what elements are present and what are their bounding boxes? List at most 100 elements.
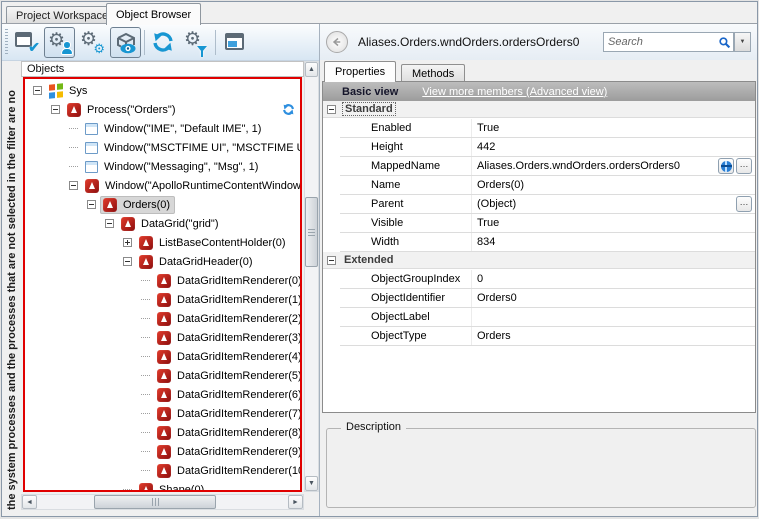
tab-object-browser[interactable]: Object Browser [106, 3, 201, 25]
tree-item-label[interactable]: DataGridItemRenderer(3) [175, 332, 300, 344]
tree-horizontal-scrollbar[interactable] [21, 494, 304, 510]
tree-item-label[interactable]: DataGridItemRenderer(2) [175, 313, 300, 325]
tree-vertical-scrollbar[interactable] [304, 61, 319, 492]
collapse-icon[interactable] [327, 256, 336, 265]
property-row-parent: Parent (Object) [340, 195, 755, 214]
description-label: Description [341, 421, 406, 433]
property-value[interactable] [471, 308, 755, 326]
tree-item-label[interactable]: DataGridHeader(0) [157, 256, 255, 268]
tree-item-label[interactable]: Window("MSCTFIME UI", "MSCTFIME UI", [102, 142, 300, 154]
air-app-icon [157, 293, 171, 307]
collapse-icon[interactable] [327, 105, 336, 114]
tree-item-label[interactable]: DataGridItemRenderer(6) [175, 389, 300, 401]
tree-row-process-orders: Process("Orders") [25, 100, 300, 119]
document-tab-bar: Project Workspace Object Browser [2, 2, 757, 24]
tree-item-label[interactable]: ListBaseContentHolder(0) [157, 237, 288, 249]
category-label[interactable]: Standard [342, 102, 396, 116]
tree-item-label[interactable]: Window("Messaging", "Msg", 1) [102, 161, 260, 173]
expand-icon[interactable] [123, 238, 132, 247]
search-icon[interactable] [718, 36, 731, 49]
window-icon [85, 123, 98, 135]
scroll-left-button[interactable] [22, 495, 37, 509]
collapse-icon[interactable] [105, 219, 114, 228]
air-app-icon [121, 217, 135, 231]
gear-settings-button[interactable] [77, 27, 108, 58]
scroll-down-button[interactable] [305, 476, 318, 491]
scroll-up-button[interactable] [305, 62, 318, 77]
checked-window-button[interactable] [11, 27, 42, 58]
tab-methods-label: Methods [412, 68, 454, 80]
property-value[interactable]: 834 [471, 233, 755, 251]
search-options-dropdown[interactable] [734, 32, 751, 52]
refresh-button[interactable] [148, 27, 179, 58]
air-app-icon [157, 445, 171, 459]
air-app-icon [67, 103, 81, 117]
highlight-object-icon [721, 161, 732, 172]
tree-item-label[interactable]: Process("Orders") [85, 104, 178, 116]
highlight-object-button[interactable] [718, 158, 734, 174]
tab-methods[interactable]: Methods [401, 64, 465, 82]
tab-properties[interactable]: Properties [324, 61, 396, 82]
tree-item-label[interactable]: DataGridItemRenderer(10 [175, 465, 300, 477]
property-value[interactable]: Orders [471, 327, 755, 345]
air-app-icon [157, 331, 171, 345]
vertical-scroll-thumb[interactable] [305, 197, 318, 267]
air-app-icon [139, 255, 153, 269]
objects-header: Objects [21, 61, 304, 77]
cube-eye-button[interactable] [110, 27, 141, 58]
property-value[interactable]: Orders(0) [471, 176, 755, 194]
advanced-view-link[interactable]: View more members (Advanced view) [422, 86, 607, 98]
tree-item-label[interactable]: DataGridItemRenderer(9) [175, 446, 300, 458]
tree-item-label[interactable]: Orders(0) [121, 199, 172, 211]
tree-item-label[interactable]: DataGridItemRenderer(4) [175, 351, 300, 363]
tree-connector [141, 394, 150, 395]
tab-project-workspace[interactable]: Project Workspace [6, 6, 118, 24]
ellipsis-button[interactable] [736, 158, 752, 174]
collapse-icon[interactable] [123, 257, 132, 266]
tree-item-label[interactable]: DataGridItemRenderer(8) [175, 427, 300, 439]
tree-item-label[interactable]: DataGridItemRenderer(0) [175, 275, 300, 287]
description-box [326, 428, 756, 508]
tree-item-label[interactable]: Shape(0) [157, 484, 206, 493]
property-value[interactable]: Aliases.Orders.wndOrders.ordersOrders0 [471, 157, 755, 175]
property-value[interactable]: 442 [471, 138, 755, 156]
tree-connector [141, 356, 150, 357]
property-value[interactable]: True [471, 214, 755, 232]
panel-window-icon [225, 33, 244, 50]
scroll-right-button[interactable] [288, 495, 303, 509]
property-value[interactable]: 0 [471, 270, 755, 288]
property-value[interactable]: True [471, 119, 755, 137]
tree-item-label[interactable]: Sys [67, 85, 89, 97]
horizontal-scroll-thumb[interactable] [94, 495, 216, 509]
tree-item-label[interactable]: DataGridItemRenderer(7) [175, 408, 300, 420]
category-label[interactable]: Extended [342, 254, 396, 266]
back-button[interactable] [326, 31, 348, 53]
selected-tree-item[interactable]: Orders(0) [100, 196, 175, 214]
gear-person-button[interactable] [44, 27, 75, 58]
search-input[interactable] [604, 33, 712, 51]
tree-connector [141, 337, 150, 338]
tree-row-renderer9: DataGridItemRenderer(9) [25, 442, 300, 461]
tree-item-label[interactable]: DataGridItemRenderer(1) [175, 294, 300, 306]
tree-connector [123, 489, 132, 490]
collapse-icon[interactable] [87, 200, 96, 209]
toolbar-grip[interactable] [5, 29, 8, 56]
tree-item-label[interactable]: Window("IME", "Default IME", 1) [102, 123, 263, 135]
standard-rows: Enabled True Height 442 MappedName Alias… [323, 119, 755, 252]
tree-item-label[interactable]: Window("ApolloRuntimeContentWindow", [103, 180, 300, 192]
tree-connector [141, 413, 150, 414]
property-value[interactable]: Orders0 [471, 289, 755, 307]
tree-item-label[interactable]: DataGridItemRenderer(5) [175, 370, 300, 382]
collapse-icon[interactable] [51, 105, 60, 114]
properties-panel: Basic view View more members (Advanced v… [322, 81, 756, 413]
property-value[interactable]: (Object) [471, 195, 755, 213]
gear-filter-button[interactable] [181, 27, 212, 58]
tree-row-window-msctfime: Window("MSCTFIME UI", "MSCTFIME UI", [25, 138, 300, 157]
arrow-up-icon [308, 66, 315, 73]
collapse-icon[interactable] [33, 86, 42, 95]
collapse-icon[interactable] [69, 181, 78, 190]
panel-divider[interactable] [319, 24, 320, 516]
panel-window-button[interactable] [220, 27, 251, 58]
tree-item-label[interactable]: DataGrid("grid") [139, 218, 221, 230]
ellipsis-button[interactable] [736, 196, 752, 212]
